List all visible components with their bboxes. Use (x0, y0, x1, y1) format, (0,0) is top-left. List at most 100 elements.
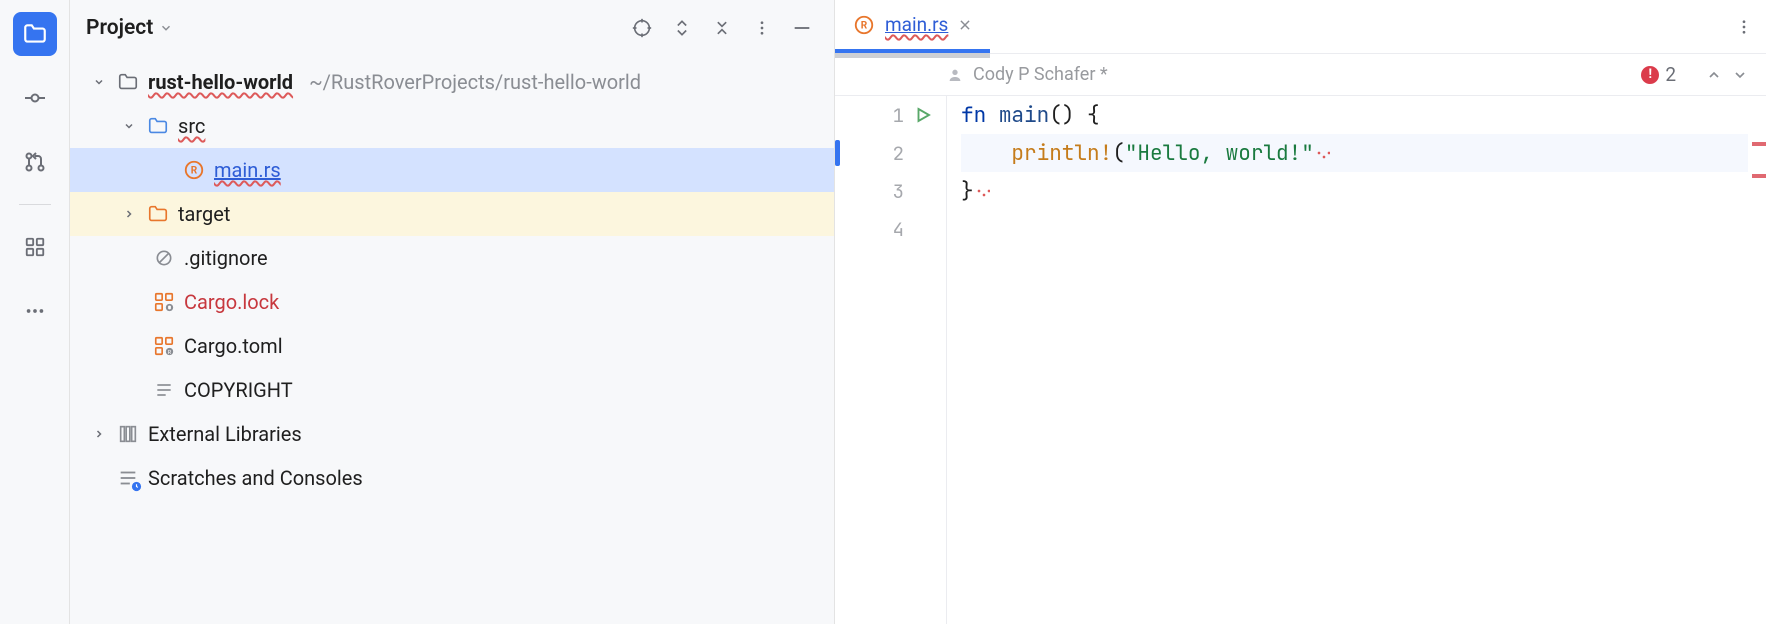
pull-request-icon (23, 150, 47, 174)
rail-divider (19, 204, 51, 205)
line-number: 4 (893, 217, 904, 242)
editor-area: R main.rs Cody P Schafer * ! 2 (835, 0, 1766, 624)
tree-label: target (178, 202, 230, 226)
code-line: fn main() { (961, 96, 1748, 134)
folder-icon (22, 21, 48, 47)
tree-root-name: rust-hello-world (148, 70, 293, 94)
chevron-up-icon (1706, 67, 1722, 83)
code-line: } (961, 172, 1748, 210)
rail-pull-requests-button[interactable] (13, 140, 57, 184)
close-tab-button[interactable] (958, 18, 972, 32)
tool-window-options-button[interactable] (746, 12, 778, 44)
target-icon (631, 17, 653, 39)
svg-text:R: R (861, 20, 868, 31)
expand-collapse-icon (672, 18, 692, 38)
left-tool-rail (0, 0, 70, 624)
project-view-selector[interactable]: Project (86, 16, 173, 40)
folder-icon (116, 70, 140, 94)
tree-label: src (178, 114, 205, 138)
chevron-down-icon (120, 120, 138, 132)
tab-main-rs[interactable]: R main.rs (835, 0, 990, 53)
more-vertical-icon (1735, 18, 1753, 36)
gutter-row[interactable]: 1 (835, 96, 946, 134)
text-file-icon (152, 378, 176, 402)
ignored-file-icon (152, 246, 176, 270)
vcs-change-marker (835, 140, 840, 166)
chevron-down-icon (159, 21, 173, 35)
tree-label: Cargo.toml (184, 334, 283, 358)
gutter-row[interactable]: 4 (835, 210, 946, 248)
tree-row-root[interactable]: rust-hello-world ~/RustRoverProjects/rus… (70, 60, 834, 104)
cargo-toml-icon: R (152, 334, 176, 358)
expand-collapse-button[interactable] (666, 12, 698, 44)
rust-file-icon: R (853, 14, 875, 36)
editor-breadcrumb-bar: Cody P Schafer * ! 2 (835, 54, 1766, 96)
chevron-down-icon (1732, 67, 1748, 83)
commit-icon (23, 86, 47, 110)
folder-icon (146, 114, 170, 138)
svg-text:R: R (191, 166, 198, 177)
tree-row-target[interactable]: target (70, 192, 834, 236)
chevron-right-icon (120, 208, 138, 220)
project-title-label: Project (86, 16, 153, 40)
project-header: Project (70, 0, 834, 60)
collapse-all-icon (712, 18, 732, 38)
tab-drag-handle (835, 53, 990, 58)
tree-row-cargo-toml[interactable]: R Cargo.toml (70, 324, 834, 368)
code-line: println!("Hello, world!" (961, 134, 1748, 172)
tree-row-main-rs[interactable]: R main.rs (70, 148, 834, 192)
rail-commit-button[interactable] (13, 76, 57, 120)
error-stripe-mark[interactable] (1752, 142, 1766, 146)
rail-structure-button[interactable] (13, 225, 57, 269)
tree-row-src[interactable]: src (70, 104, 834, 148)
error-stripe[interactable] (1748, 96, 1766, 624)
tree-label: Cargo.lock (184, 290, 279, 314)
tab-more-button[interactable] (1722, 0, 1766, 53)
editor-gutter: 1 2 3 4 (835, 96, 947, 624)
structure-icon (24, 236, 46, 258)
tree-row-copyright[interactable]: COPYRIGHT (70, 368, 834, 412)
problems-widget[interactable]: ! 2 (1641, 63, 1676, 86)
line-number: 3 (893, 179, 904, 204)
library-icon (116, 422, 140, 446)
person-icon (947, 67, 963, 83)
play-icon (914, 106, 932, 124)
next-highlight-button[interactable] (1732, 67, 1748, 83)
tree-row-gitignore[interactable]: .gitignore (70, 236, 834, 280)
tree-row-scratches[interactable]: Scratches and Consoles (70, 456, 834, 500)
project-tool-window: Project rust-hello (70, 0, 835, 624)
gutter-row[interactable]: 2 (835, 134, 946, 172)
hide-tool-window-button[interactable] (786, 12, 818, 44)
problem-count: 2 (1665, 63, 1676, 86)
project-tree[interactable]: rust-hello-world ~/RustRoverProjects/rus… (70, 60, 834, 624)
close-icon (958, 18, 972, 32)
tree-label: COPYRIGHT (184, 378, 293, 402)
cargo-lock-icon (152, 290, 176, 314)
tree-label: .gitignore (184, 246, 268, 270)
tree-root-path: ~/RustRoverProjects/rust-hello-world (309, 70, 641, 94)
code-area[interactable]: fn main() { println!("Hello, world!" } (947, 96, 1748, 624)
run-line-marker[interactable] (914, 106, 932, 124)
editor-body[interactable]: 1 2 3 4 fn main() { println!("Hello (835, 96, 1766, 624)
rail-more-button[interactable] (13, 289, 57, 333)
tree-row-cargo-lock[interactable]: Cargo.lock (70, 280, 834, 324)
author-label: Cody P Schafer * (973, 64, 1108, 85)
tree-label: main.rs (214, 158, 281, 182)
folder-excluded-icon (146, 202, 170, 226)
editor-tabs: R main.rs (835, 0, 1766, 54)
select-opened-file-button[interactable] (626, 12, 658, 44)
tree-label: External Libraries (148, 422, 302, 446)
more-horizontal-icon (24, 300, 46, 322)
gutter-row[interactable]: 3 (835, 172, 946, 210)
collapse-all-button[interactable] (706, 12, 738, 44)
tree-label: Scratches and Consoles (148, 466, 363, 490)
error-stripe-mark[interactable] (1752, 174, 1766, 178)
code-line (961, 210, 1748, 248)
rust-file-icon: R (182, 158, 206, 182)
prev-highlight-button[interactable] (1706, 67, 1722, 83)
tree-row-external-libraries[interactable]: External Libraries (70, 412, 834, 456)
rail-project-button[interactable] (13, 12, 57, 56)
line-number: 1 (893, 103, 904, 128)
scratches-icon (116, 466, 140, 490)
error-icon: ! (1641, 66, 1659, 84)
